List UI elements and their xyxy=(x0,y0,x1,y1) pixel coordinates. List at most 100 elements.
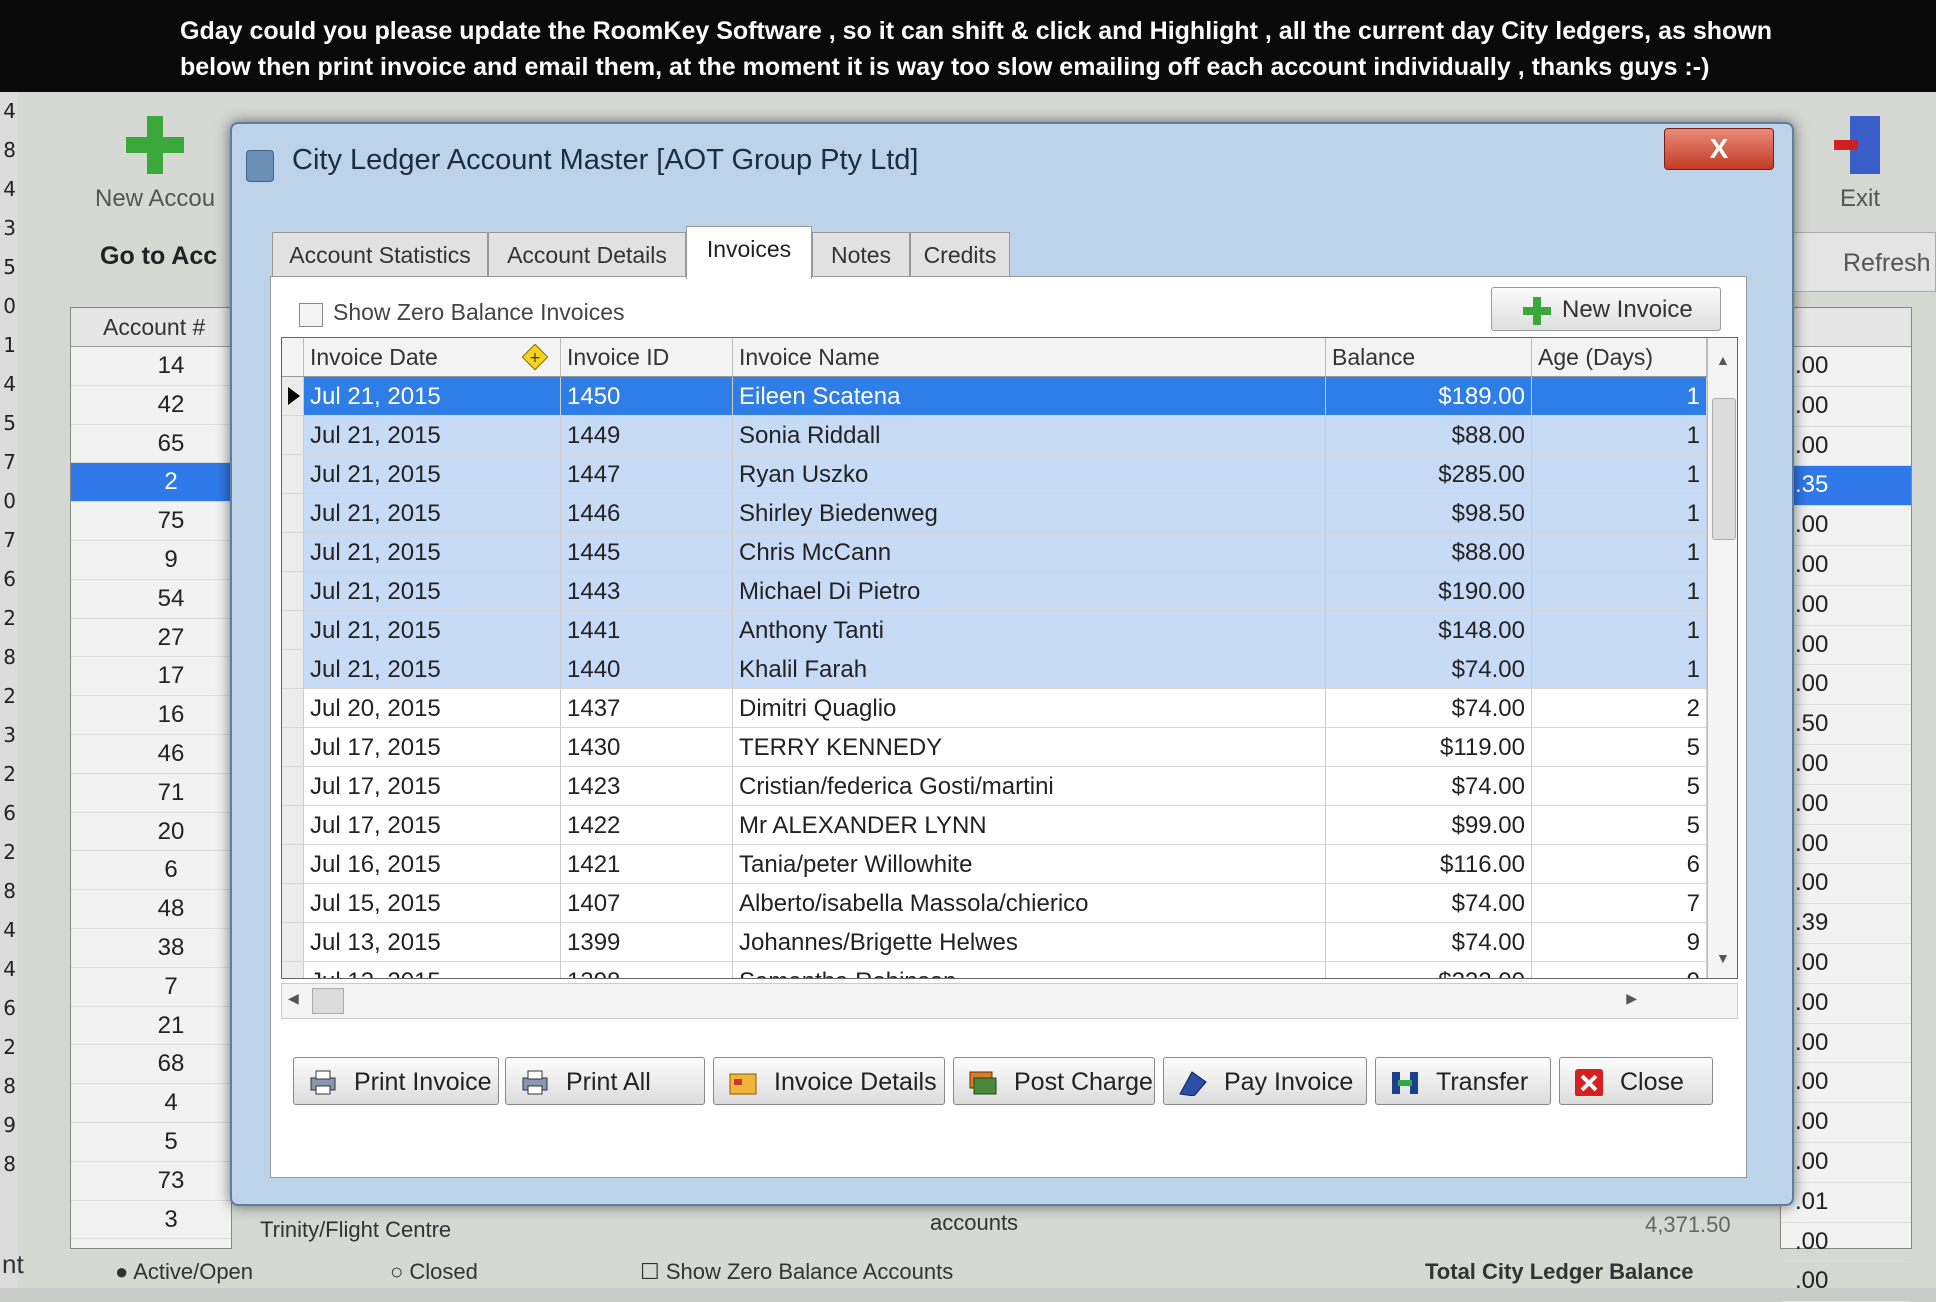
tab-invoices[interactable]: Invoices xyxy=(686,226,812,279)
account-number-cell[interactable]: 68 xyxy=(71,1045,231,1085)
refresh-button[interactable]: Refresh xyxy=(1790,232,1936,292)
row-header[interactable] xyxy=(282,650,304,689)
row-header[interactable] xyxy=(282,728,304,767)
balance-cell: $74.00 xyxy=(1326,689,1532,728)
scroll-down-arrow-icon[interactable]: ▼ xyxy=(1716,950,1730,966)
account-number-cell[interactable]: 54 xyxy=(71,580,231,619)
accounts-grid[interactable]: Account # 14 42 65 2 75 9 54 27 17 16 46 71 20 6 48 38 7… xyxy=(70,307,232,1249)
table-row[interactable]: Jul 21, 2015 1440 Khalil Farah $74.00 1 xyxy=(282,650,1707,689)
table-row[interactable]: Jul 13, 2015 1399 Johannes/Brigette Helwes… xyxy=(282,923,1707,962)
account-number-cell[interactable]: 75 xyxy=(71,502,231,541)
tab-account-details[interactable]: Account Details xyxy=(488,232,686,277)
account-number-cell[interactable]: 4 xyxy=(71,1084,231,1123)
row-header[interactable] xyxy=(282,611,304,650)
account-number-cell[interactable]: 21 xyxy=(71,1007,231,1046)
row-header-corner xyxy=(282,338,304,376)
table-row[interactable]: Jul 17, 2015 1430 TERRY KENNEDY $119.00 5 xyxy=(282,728,1707,767)
account-number-cell[interactable]: 20 xyxy=(71,813,231,852)
invoices-grid[interactable]: Invoice Date + Invoice ID Invoice Name B… xyxy=(281,337,1738,979)
scrollbar-thumb[interactable] xyxy=(1712,398,1736,540)
show-zero-balance-invoices-checkbox[interactable] xyxy=(299,303,323,327)
table-row[interactable]: Jul 21, 2015 1450 Eileen Scatena $189.00 1 xyxy=(282,377,1707,416)
print-invoice-button[interactable]: Print Invoice xyxy=(293,1057,499,1105)
table-row[interactable]: Jul 21, 2015 1443 Michael Di Pietro $190.00… xyxy=(282,572,1707,611)
scroll-left-arrow-icon[interactable]: ◀ xyxy=(288,990,299,1007)
show-zero-accounts-checkbox[interactable]: ☐ Show Zero Balance Accounts xyxy=(640,1259,953,1285)
column-header-age-days[interactable]: Age (Days) xyxy=(1532,338,1707,376)
table-row[interactable]: Jul 15, 2015 1407 Alberto/isabella Massola… xyxy=(282,884,1707,923)
account-number-cell[interactable]: 38 xyxy=(71,929,231,968)
row-number: 2 xyxy=(3,684,16,708)
account-number-cell[interactable]: 6 xyxy=(71,851,231,891)
print-all-button[interactable]: Print All xyxy=(505,1057,705,1105)
row-header[interactable] xyxy=(282,533,304,572)
account-number-cell[interactable]: 42 xyxy=(71,386,231,425)
radio-active-open[interactable]: ● Active/Open xyxy=(115,1259,253,1285)
row-header[interactable] xyxy=(282,806,304,845)
table-row[interactable]: Jul 21, 2015 1447 Ryan Uszko $285.00 1 xyxy=(282,455,1707,494)
row-header[interactable] xyxy=(282,455,304,494)
column-header-invoice-id[interactable]: Invoice ID xyxy=(561,338,733,376)
account-number-cell[interactable]: 16 xyxy=(71,696,231,735)
account-balance-cell: .00 xyxy=(1781,944,1911,984)
post-charge-button[interactable]: Post Charge xyxy=(953,1057,1155,1105)
table-row[interactable]: Jul 17, 2015 1422 Mr ALEXANDER LYNN $99.00 5 xyxy=(282,806,1707,845)
tab-credits[interactable]: Credits xyxy=(910,232,1010,277)
radio-closed[interactable]: ○ Closed xyxy=(390,1259,478,1285)
row-header[interactable] xyxy=(282,377,304,416)
account-number-cell[interactable]: 17 xyxy=(71,657,231,697)
tab-account-statistics[interactable]: Account Statistics xyxy=(272,232,488,277)
account-number-cell[interactable]: 3 xyxy=(71,1201,231,1240)
invoice-name-cell: Anthony Tanti xyxy=(733,611,1326,650)
account-number-cell[interactable]: 46 xyxy=(71,735,231,774)
account-number-cell[interactable]: 9 xyxy=(71,541,231,580)
account-number-cell[interactable]: 2 xyxy=(71,463,231,503)
invoice-details-button[interactable]: Invoice Details xyxy=(713,1057,945,1105)
row-header[interactable] xyxy=(282,767,304,806)
tab-notes[interactable]: Notes xyxy=(812,232,910,277)
account-number-cell[interactable]: 71 xyxy=(71,774,231,813)
account-number-cell[interactable]: 5 xyxy=(71,1123,231,1162)
new-account-toolbar-button[interactable]: New Accou xyxy=(95,112,215,213)
table-row[interactable]: Jul 21, 2015 1449 Sonia Riddall $88.00 1 xyxy=(282,416,1707,455)
account-number-cell[interactable]: 73 xyxy=(71,1162,231,1201)
window-close-button[interactable]: X xyxy=(1664,128,1774,170)
scroll-right-arrow-icon[interactable]: ▶ xyxy=(1626,990,1637,1007)
scrollbar-thumb[interactable] xyxy=(312,988,344,1014)
account-number-cell[interactable]: 65 xyxy=(71,425,231,464)
horizontal-scrollbar[interactable]: ◀ ▶ xyxy=(281,983,1738,1019)
invoice-name-cell: Chris McCann xyxy=(733,533,1326,572)
table-row[interactable]: Jul 21, 2015 1441 Anthony Tanti $148.00 1 xyxy=(282,611,1707,650)
row-header[interactable] xyxy=(282,962,304,978)
table-row[interactable]: Jul 17, 2015 1423 Cristian/federica Gosti/… xyxy=(282,767,1707,806)
table-row[interactable]: Jul 21, 2015 1445 Chris McCann $88.00 1 xyxy=(282,533,1707,572)
row-header[interactable] xyxy=(282,494,304,533)
table-row[interactable]: Jul 21, 2015 1446 Shirley Biedenweg $98.50 1 xyxy=(282,494,1707,533)
column-header-balance[interactable]: Balance xyxy=(1326,338,1532,376)
row-header[interactable] xyxy=(282,689,304,728)
row-header[interactable] xyxy=(282,884,304,923)
account-number-cell[interactable]: 14 xyxy=(71,347,231,386)
table-row[interactable]: Jul 16, 2015 1421 Tania/peter Willowhite $1… xyxy=(282,845,1707,884)
column-header-invoice-date[interactable]: Invoice Date + xyxy=(304,338,561,376)
table-row[interactable]: Jul 13, 20151398Samantha Robinson$222.00… xyxy=(282,962,1707,978)
row-header[interactable] xyxy=(282,845,304,884)
account-number-cell[interactable]: 48 xyxy=(71,890,231,929)
row-header[interactable] xyxy=(282,923,304,962)
close-button[interactable]: Close xyxy=(1559,1057,1713,1105)
age-cell: 1 xyxy=(1532,650,1707,689)
column-header-invoice-name[interactable]: Invoice Name xyxy=(733,338,1326,376)
account-number-cell[interactable]: 27 xyxy=(71,619,231,658)
transfer-button[interactable]: Transfer xyxy=(1375,1057,1551,1105)
row-header[interactable] xyxy=(282,416,304,455)
pay-invoice-button[interactable]: Pay Invoice xyxy=(1163,1057,1367,1105)
account-number-cell[interactable]: 7 xyxy=(71,968,231,1007)
new-invoice-button[interactable]: New Invoice xyxy=(1491,287,1721,331)
scroll-up-arrow-icon[interactable]: ▲ xyxy=(1716,352,1730,368)
vertical-scrollbar[interactable]: ▲ ▼ xyxy=(1707,338,1737,978)
table-row[interactable]: Jul 20, 2015 1437 Dimitri Quaglio $74.00 2 xyxy=(282,689,1707,728)
exit-toolbar-button[interactable]: Exit xyxy=(1830,112,1890,213)
row-header[interactable] xyxy=(282,572,304,611)
bottom-row-accounts: accounts xyxy=(930,1210,1019,1235)
invoice-date-cell: Jul 20, 2015 xyxy=(304,689,561,728)
